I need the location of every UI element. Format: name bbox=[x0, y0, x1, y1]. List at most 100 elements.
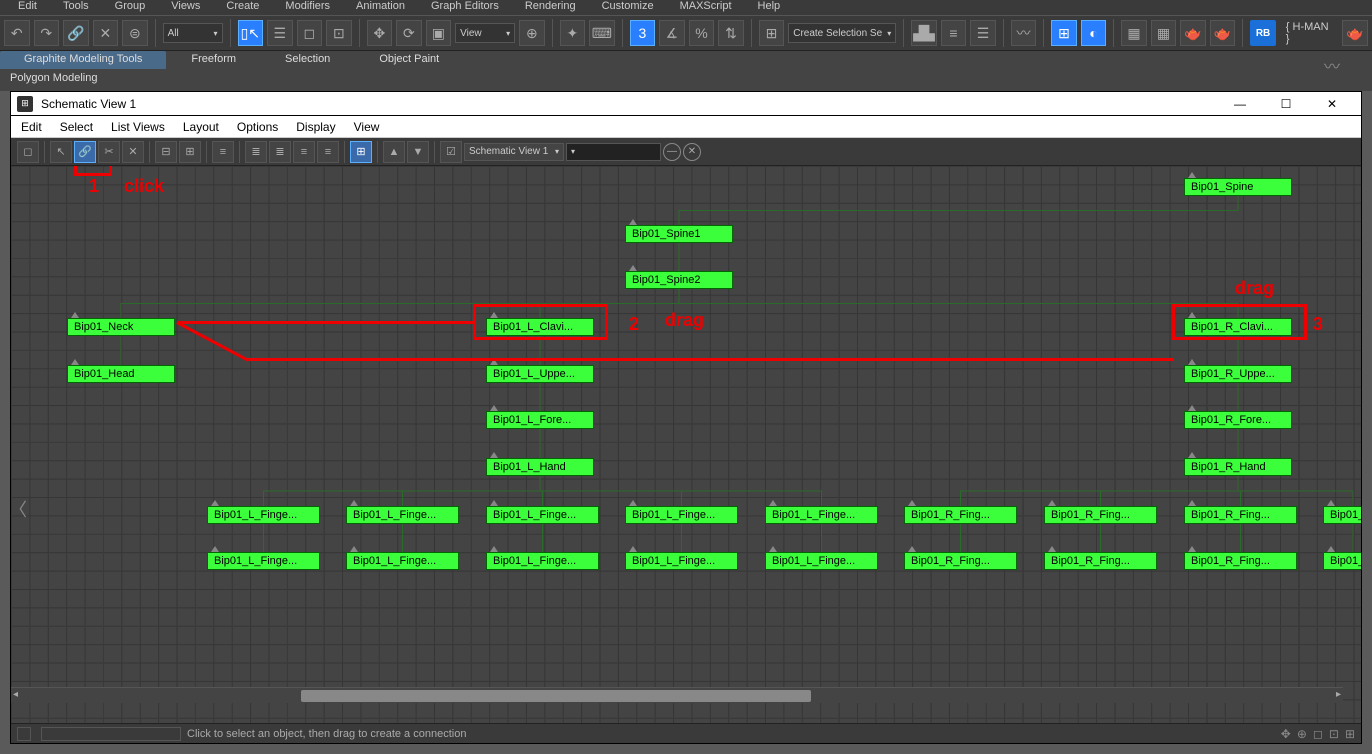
zoom-sel-icon[interactable]: ⊞ bbox=[1345, 727, 1355, 741]
collapse-down-button[interactable]: ▼ bbox=[407, 141, 429, 163]
select-manip-button[interactable]: ✦ bbox=[560, 20, 586, 46]
node-spine[interactable]: Bip01_Spine bbox=[1184, 178, 1292, 196]
node-rf1a[interactable]: Bip01_R_Fing... bbox=[1044, 506, 1157, 524]
status-name-field[interactable] bbox=[41, 727, 181, 741]
collapse-up-button[interactable]: ▲ bbox=[383, 141, 405, 163]
sv-menu-options[interactable]: Options bbox=[237, 120, 278, 134]
align-top-button[interactable]: ≡ bbox=[293, 141, 315, 163]
sv-view-combo[interactable]: Schematic View 1 bbox=[464, 143, 564, 161]
select-region-button[interactable]: ◻ bbox=[297, 20, 323, 46]
node-spine1[interactable]: Bip01_Spine1 bbox=[625, 225, 733, 243]
menu-maxscript[interactable]: MAXScript bbox=[680, 0, 732, 12]
select-tool-button[interactable]: ↖ bbox=[50, 141, 72, 163]
node-rf0a[interactable]: Bip01_R_Fing... bbox=[904, 506, 1017, 524]
node-rf0b[interactable]: Bip01_R_Fing... bbox=[904, 552, 1017, 570]
teapot-icon[interactable]: 🫖 bbox=[1342, 20, 1368, 46]
window-titlebar[interactable]: ⊞ Schematic View 1 — ☐ ✕ bbox=[11, 92, 1361, 116]
menu-create[interactable]: Create bbox=[226, 0, 259, 12]
bookmark-add-button[interactable]: — bbox=[663, 143, 681, 161]
node-rf3b[interactable]: Bip01_R bbox=[1323, 552, 1361, 570]
sv-menu-layout[interactable]: Layout bbox=[183, 120, 219, 134]
schematic-view-button[interactable]: ⊞ bbox=[1051, 20, 1077, 46]
selection-filter-combo[interactable]: All bbox=[163, 23, 223, 43]
angle-snap-button[interactable]: ∡ bbox=[659, 20, 685, 46]
ribbon-tab-freeform[interactable]: Freeform bbox=[167, 51, 260, 69]
node-lclav[interactable]: Bip01_L_Clavi... bbox=[486, 318, 594, 336]
select-name-button[interactable]: ☰ bbox=[267, 20, 293, 46]
menu-customize[interactable]: Customize bbox=[602, 0, 654, 12]
move-button[interactable]: ✥ bbox=[367, 20, 393, 46]
node-lf1b[interactable]: Bip01_L_Finge... bbox=[346, 552, 459, 570]
sv-menu-edit[interactable]: Edit bbox=[21, 120, 42, 134]
prefs-button[interactable]: ☑ bbox=[440, 141, 462, 163]
align-bottom-button[interactable]: ≡ bbox=[317, 141, 339, 163]
named-sel-combo[interactable]: Create Selection Se bbox=[788, 23, 896, 43]
node-lf0a[interactable]: Bip01_L_Finge... bbox=[207, 506, 320, 524]
node-lhand[interactable]: Bip01_L_Hand bbox=[486, 458, 594, 476]
sv-menu-select[interactable]: Select bbox=[60, 120, 93, 134]
sv-bookmark-combo[interactable] bbox=[566, 143, 661, 161]
pan-icon[interactable]: ✥ bbox=[1281, 727, 1291, 741]
arrange-children-button[interactable]: ⊟ bbox=[155, 141, 177, 163]
render-setup-button[interactable]: ▦ bbox=[1121, 20, 1147, 46]
render-button[interactable]: 🫖 bbox=[1180, 20, 1206, 46]
spinner-snap-button[interactable]: ⇅ bbox=[718, 20, 744, 46]
ribbon-tab-graphite-modeling-tools[interactable]: Graphite Modeling Tools bbox=[0, 51, 166, 69]
bind-icon[interactable]: ⊜ bbox=[122, 20, 148, 46]
align-right-button[interactable]: ≣ bbox=[269, 141, 291, 163]
status-lock-icon[interactable] bbox=[17, 727, 31, 741]
link-icon[interactable]: 🔗 bbox=[63, 20, 89, 46]
node-rclav[interactable]: Bip01_R_Clavi... bbox=[1184, 318, 1292, 336]
node-lf0b[interactable]: Bip01_L_Finge... bbox=[207, 552, 320, 570]
ribbon-tab-object-paint[interactable]: Object Paint bbox=[355, 51, 463, 69]
node-lf4b[interactable]: Bip01_L_Finge... bbox=[765, 552, 878, 570]
node-rfore[interactable]: Bip01_R_Fore... bbox=[1184, 411, 1292, 429]
maximize-button[interactable]: ☐ bbox=[1263, 93, 1309, 115]
horizontal-scrollbar[interactable]: ◂ ▸ bbox=[11, 687, 1343, 703]
menu-help[interactable]: Help bbox=[758, 0, 781, 12]
node-lf2a[interactable]: Bip01_L_Finge... bbox=[486, 506, 599, 524]
node-rf2b[interactable]: Bip01_R_Fing... bbox=[1184, 552, 1297, 570]
keymode-button[interactable]: ⌨ bbox=[589, 20, 615, 46]
display-float-button[interactable]: ◻ bbox=[17, 141, 39, 163]
align-left-button[interactable]: ≣ bbox=[245, 141, 267, 163]
select-object-button[interactable]: ▯↖ bbox=[238, 20, 264, 46]
ribbon-panel-label[interactable]: Polygon Modeling bbox=[0, 69, 107, 87]
scroll-right-icon[interactable]: ▸ bbox=[1336, 689, 1341, 700]
sv-canvas[interactable]: Bip01_SpineBip01_Spine1Bip01_Spine2Bip01… bbox=[11, 166, 1361, 723]
node-lupper[interactable]: Bip01_L_Uppe... bbox=[486, 365, 594, 383]
menu-tools[interactable]: Tools bbox=[63, 0, 89, 12]
menu-graph editors[interactable]: Graph Editors bbox=[431, 0, 499, 12]
align-button[interactable]: ≡ bbox=[941, 20, 967, 46]
ref-coord-combo[interactable]: View bbox=[455, 23, 515, 43]
sv-menu-list-views[interactable]: List Views bbox=[111, 120, 165, 134]
expand-button[interactable]: ⊞ bbox=[350, 141, 372, 163]
node-rf1b[interactable]: Bip01_R_Fing... bbox=[1044, 552, 1157, 570]
arrange-selected-button[interactable]: ⊞ bbox=[179, 141, 201, 163]
node-lf4a[interactable]: Bip01_L_Finge... bbox=[765, 506, 878, 524]
freeform-button[interactable]: ≡ bbox=[212, 141, 234, 163]
menu-animation[interactable]: Animation bbox=[356, 0, 405, 12]
material-editor-button[interactable]: ◐ bbox=[1081, 20, 1107, 46]
layers-button[interactable]: ☰ bbox=[970, 20, 996, 46]
node-rupper[interactable]: Bip01_R_Uppe... bbox=[1184, 365, 1292, 383]
node-rhand[interactable]: Bip01_R_Hand bbox=[1184, 458, 1292, 476]
ribbon-expand-icon[interactable]: 〰 bbox=[1300, 51, 1364, 69]
ribbon-tab-selection[interactable]: Selection bbox=[261, 51, 354, 69]
zoom-region-icon[interactable]: ◻ bbox=[1313, 727, 1323, 741]
sv-menu-display[interactable]: Display bbox=[296, 120, 335, 134]
node-neck[interactable]: Bip01_Neck bbox=[67, 318, 175, 336]
undo-icon[interactable]: ↶ bbox=[4, 20, 30, 46]
zoom-icon[interactable]: ⊕ bbox=[1297, 727, 1307, 741]
pivot-button[interactable]: ⊕ bbox=[519, 20, 545, 46]
minimize-button[interactable]: — bbox=[1217, 93, 1263, 115]
zoom-extents-icon[interactable]: ⊡ bbox=[1329, 727, 1339, 741]
left-chevron-icon[interactable]: 〈 bbox=[11, 496, 27, 522]
menu-group[interactable]: Group bbox=[115, 0, 146, 12]
rb-badge[interactable]: RB bbox=[1250, 20, 1275, 46]
node-lf1a[interactable]: Bip01_L_Finge... bbox=[346, 506, 459, 524]
menu-modifiers[interactable]: Modifiers bbox=[285, 0, 330, 12]
percent-snap-button[interactable]: % bbox=[689, 20, 715, 46]
redo-icon[interactable]: ↷ bbox=[34, 20, 60, 46]
scale-button[interactable]: ▣ bbox=[426, 20, 452, 46]
